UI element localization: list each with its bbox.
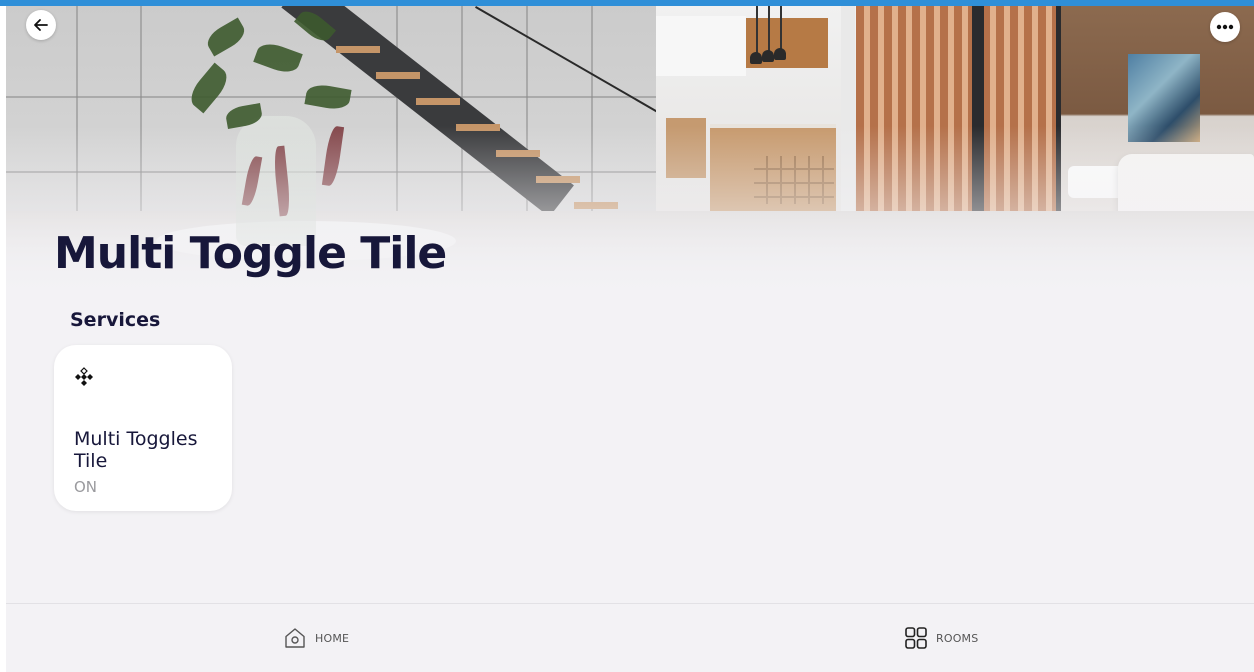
nav-item-home[interactable]: HOME [283, 626, 349, 650]
back-button[interactable] [26, 10, 56, 40]
grid-icon [905, 627, 927, 649]
service-tile-state: ON [74, 478, 98, 496]
nav-label-home: HOME [315, 631, 350, 645]
service-tile-name: Multi Toggles Tile [74, 428, 198, 472]
diamond-cluster-icon [75, 367, 93, 386]
nav-item-rooms[interactable]: ROOMS [904, 626, 978, 650]
arrow-left-icon [34, 19, 48, 31]
section-title-services: Services [70, 309, 161, 331]
bottom-navigation: HOME ROOMS [6, 603, 1254, 672]
home-icon [285, 628, 305, 648]
service-tile-multi-toggles[interactable]: Multi Toggles Tile ON [54, 345, 232, 511]
more-options-button[interactable] [1210, 12, 1240, 42]
more-horizontal-icon [1216, 24, 1234, 30]
nav-label-rooms: ROOMS [936, 631, 979, 645]
page-title: Multi Toggle Tile [54, 228, 447, 279]
app-root: Multi Toggle Tile Services Multi Toggles… [6, 6, 1254, 672]
